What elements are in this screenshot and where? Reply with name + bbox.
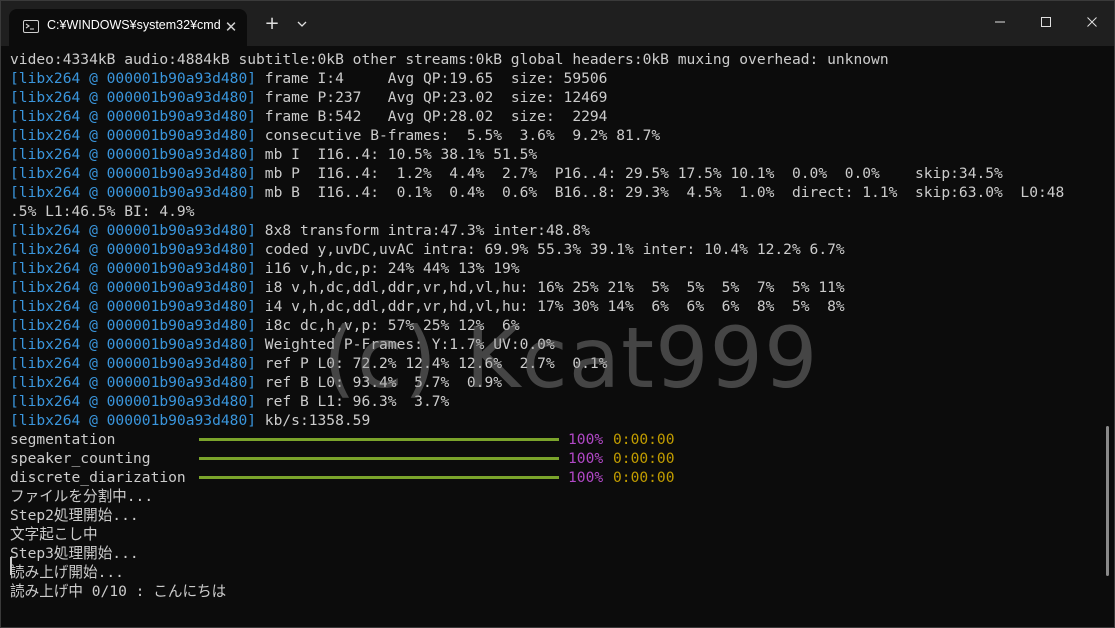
progress-bar <box>199 476 559 479</box>
watermark: (c) Kcat999 <box>323 309 819 407</box>
message-line: Step2処理開始... <box>10 507 139 524</box>
progress-percent: 100% <box>568 469 604 486</box>
log-text: i16 v,h,dc,p: 24% 44% 13% 19% <box>256 260 520 277</box>
progress-fill <box>199 438 559 441</box>
log-tag: [libx264 @ 000001b90a93d480] <box>10 336 257 353</box>
progress-time: 0:00:00 <box>613 431 675 448</box>
tab-title: C:¥WINDOWS¥system32¥cmd <box>47 18 221 32</box>
minimize-icon[interactable] <box>977 1 1023 43</box>
progress-label: segmentation <box>10 431 116 448</box>
log-text: i8 v,h,dc,ddl,ddr,vr,hd,vl,hu: 16% 25% 2… <box>256 279 845 296</box>
log-text: frame P:237 Avg QP:23.02 size: 12469 <box>256 89 608 106</box>
log-text: consecutive B-frames: 5.5% 3.6% 9.2% 81.… <box>256 127 661 144</box>
log-tag: [libx264 @ 000001b90a93d480] <box>10 374 257 391</box>
log-tag: [libx264 @ 000001b90a93d480] <box>10 393 257 410</box>
progress-bar <box>199 457 559 460</box>
scrollbar[interactable] <box>1106 426 1109 576</box>
message-line: 読み上げ中 0/10 : こんにちは <box>10 583 227 600</box>
log-text: mb P I16..4: 1.2% 4.4% 2.7% P16..4: 29.5… <box>256 165 1003 182</box>
log-tag: [libx264 @ 000001b90a93d480] <box>10 146 257 163</box>
log-line: [libx264 @ 000001b90a93d480] mb I I16..4… <box>10 145 537 164</box>
log-tag: [libx264 @ 000001b90a93d480] <box>10 260 257 277</box>
close-icon[interactable] <box>1069 1 1114 43</box>
progress-bar <box>199 438 559 441</box>
chevron-down-icon[interactable] <box>290 12 314 36</box>
log-line: [libx264 @ 000001b90a93d480] kb/s:1358.5… <box>10 411 370 430</box>
log-line: [libx264 @ 000001b90a93d480] frame P:237… <box>10 88 607 107</box>
log-tag: [libx264 @ 000001b90a93d480] <box>10 241 257 258</box>
progress-fill <box>199 476 559 479</box>
log-text: mb B I16..4: 0.1% 0.4% 0.6% B16..8: 29.3… <box>256 184 1065 201</box>
progress-label: discrete_diarization <box>10 469 186 486</box>
log-tag: [libx264 @ 000001b90a93d480] <box>10 317 257 334</box>
log-tag: [libx264 @ 000001b90a93d480] <box>10 222 257 239</box>
log-line: [libx264 @ 000001b90a93d480] consecutive… <box>10 126 660 145</box>
maximize-icon[interactable] <box>1023 1 1069 43</box>
progress-label: speaker_counting <box>10 450 151 467</box>
text-cursor <box>10 557 12 575</box>
message-line: 読み上げ開始... <box>10 564 124 581</box>
log-text: kb/s:1358.59 <box>256 412 371 429</box>
log-tag: [libx264 @ 000001b90a93d480] <box>10 355 257 372</box>
progress-time: 0:00:00 <box>613 469 675 486</box>
log-text: frame I:4 Avg QP:19.65 size: 59506 <box>256 70 608 87</box>
progress-time: 0:00:00 <box>613 450 675 467</box>
progress-fill <box>199 457 559 460</box>
log-line: [libx264 @ 000001b90a93d480] mb P I16..4… <box>10 164 1003 183</box>
log-line: [libx264 @ 000001b90a93d480] i8 v,h,dc,d… <box>10 278 845 297</box>
log-line: [libx264 @ 000001b90a93d480] mb B I16..4… <box>10 183 1064 202</box>
terminal-icon <box>23 20 39 33</box>
log-line-wrap: .5% L1:46.5% BI: 4.9% <box>10 203 195 220</box>
message-line: Step3処理開始... <box>10 545 139 562</box>
title-bar[interactable]: C:¥WINDOWS¥system32¥cmd ✕ + <box>1 1 1114 46</box>
log-line: [libx264 @ 000001b90a93d480] frame B:542… <box>10 107 607 126</box>
log-tag: [libx264 @ 000001b90a93d480] <box>10 412 257 429</box>
log-text: mb I I16..4: 10.5% 38.1% 51.5% <box>256 146 538 163</box>
tab-close-icon[interactable]: ✕ <box>220 16 242 38</box>
log-text: coded y,uvDC,uvAC intra: 69.9% 55.3% 39.… <box>256 241 845 258</box>
log-tag: [libx264 @ 000001b90a93d480] <box>10 184 257 201</box>
log-tag: [libx264 @ 000001b90a93d480] <box>10 298 257 315</box>
progress-percent: 100% <box>568 450 604 467</box>
log-line: [libx264 @ 000001b90a93d480] i16 v,h,dc,… <box>10 259 520 278</box>
log-line: video:4334kB audio:4884kB subtitle:0kB o… <box>10 51 889 68</box>
terminal-window: C:¥WINDOWS¥system32¥cmd ✕ + video:4334kB… <box>0 0 1115 628</box>
log-tag: [libx264 @ 000001b90a93d480] <box>10 165 257 182</box>
log-tag: [libx264 @ 000001b90a93d480] <box>10 279 257 296</box>
log-line: [libx264 @ 000001b90a93d480] frame I:4 A… <box>10 69 607 88</box>
terminal-output[interactable]: video:4334kB audio:4884kB subtitle:0kB o… <box>1 46 1114 627</box>
progress-percent: 100% <box>568 431 604 448</box>
tab-cmd[interactable]: C:¥WINDOWS¥system32¥cmd ✕ <box>9 9 247 46</box>
log-tag: [libx264 @ 000001b90a93d480] <box>10 70 257 87</box>
message-line: ファイルを分割中... <box>10 488 154 505</box>
log-tag: [libx264 @ 000001b90a93d480] <box>10 127 257 144</box>
log-text: frame B:542 Avg QP:28.02 size: 2294 <box>256 108 608 125</box>
log-line: [libx264 @ 000001b90a93d480] 8x8 transfo… <box>10 221 590 240</box>
log-tag: [libx264 @ 000001b90a93d480] <box>10 89 257 106</box>
log-tag: [libx264 @ 000001b90a93d480] <box>10 108 257 125</box>
log-line: [libx264 @ 000001b90a93d480] coded y,uvD… <box>10 240 845 259</box>
new-tab-button[interactable]: + <box>260 12 284 36</box>
message-line: 文字起こし中 <box>10 526 98 543</box>
log-text: 8x8 transform intra:47.3% inter:48.8% <box>256 222 590 239</box>
